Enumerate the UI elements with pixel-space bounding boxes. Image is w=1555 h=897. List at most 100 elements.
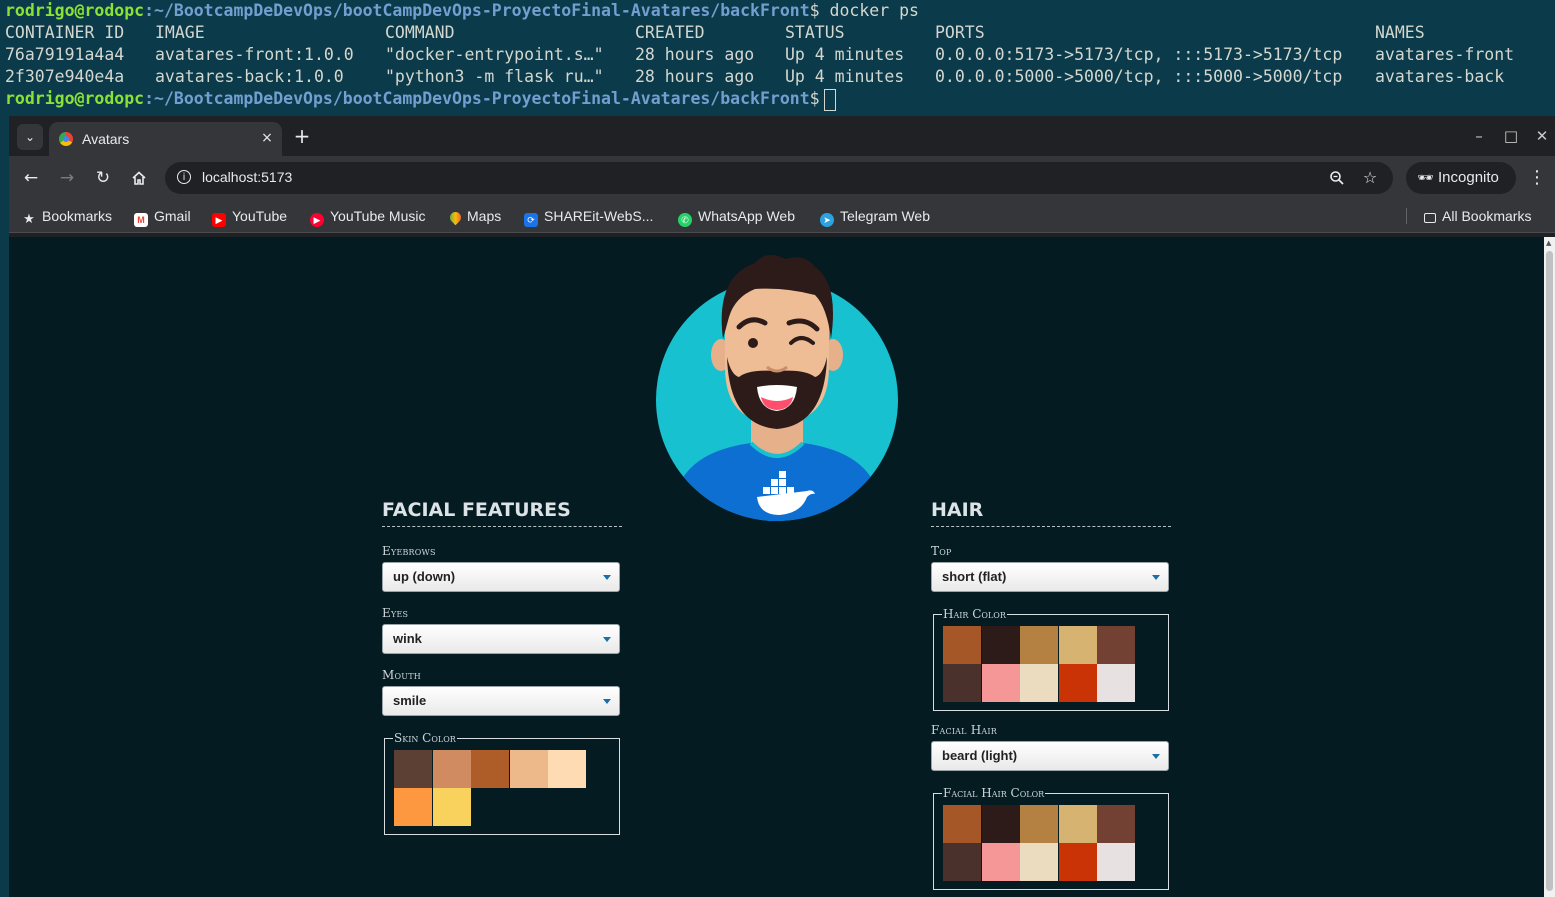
facial-hair-select[interactable]: beard (light) (931, 741, 1169, 771)
facial-hair-color-swatch[interactable] (1097, 805, 1135, 843)
new-tab-button[interactable]: + (291, 125, 313, 147)
bookmark-bookmarks[interactable]: ★ Bookmarks (22, 205, 112, 227)
facial-hair-color-swatch[interactable] (1097, 843, 1135, 881)
hair-color-swatch[interactable] (1058, 664, 1097, 702)
hair-title: HAIR (931, 499, 1171, 527)
eyes-label: Eyes (382, 606, 409, 620)
cell-created: 28 hours ago (635, 45, 755, 64)
top-select[interactable]: short (flat) (931, 562, 1169, 592)
close-window-button[interactable]: ✕ (1531, 125, 1553, 147)
cell-status: Up 4 minutes (785, 45, 905, 64)
all-bookmarks-button[interactable]: All Bookmarks (1424, 205, 1531, 227)
hair-color-swatch[interactable] (1097, 664, 1135, 702)
minimize-button[interactable]: – (1468, 125, 1490, 147)
eyebrows-value: up (down) (393, 569, 456, 584)
bookmark-shareit[interactable]: ⟳ SHAREit-WebS... (524, 205, 653, 227)
eyebrows-select[interactable]: up (down) (382, 562, 620, 592)
facial-hair-color-swatch[interactable] (1058, 805, 1097, 843)
hair-color-swatch[interactable] (1097, 626, 1135, 664)
tab-title: Avatars (82, 131, 130, 147)
incognito-icon: 🕶 (1417, 170, 1434, 185)
terminal-table-row: 2f307e940e4a avatares-back:1.0.0 "python… (5, 66, 1555, 88)
hair-color-swatch[interactable] (1020, 626, 1058, 664)
scrollbar-thumb[interactable] (1546, 251, 1553, 891)
facial-hair-color-swatch[interactable] (981, 843, 1020, 881)
bookmark-youtube-music[interactable]: ▶ YouTube Music (310, 205, 425, 227)
skin-color-swatch[interactable] (394, 750, 432, 788)
prompt-path: :~/BootcampDeDevOps/bootCampDevOps-Proye… (144, 89, 810, 108)
shareit-icon: ⟳ (524, 213, 538, 227)
bookmark-youtube[interactable]: ▶ YouTube (212, 205, 287, 227)
reload-button[interactable]: ↻ (91, 166, 115, 190)
telegram-icon: ➤ (820, 213, 834, 227)
facial-hair-color-swatch[interactable] (943, 805, 981, 843)
hair-color-swatch[interactable] (1058, 626, 1097, 664)
site-info-icon[interactable]: i (177, 170, 191, 184)
skin-color-swatch[interactable] (432, 750, 471, 788)
facial-hair-color-legend: Facial Hair Color (942, 786, 1046, 800)
header-status: STATUS (785, 23, 845, 42)
header-command: COMMAND (385, 23, 455, 42)
skin-color-swatch[interactable] (548, 750, 586, 788)
header-names: NAMES (1375, 23, 1425, 42)
facial-hair-color-swatch[interactable] (1020, 805, 1058, 843)
cell-ports: 0.0.0.0:5173->5173/tcp, :::5173->5173/tc… (935, 45, 1343, 64)
scroll-up-arrow-icon[interactable]: ▲ (1546, 239, 1551, 247)
back-button[interactable]: ← (19, 166, 43, 190)
bookmark-label: WhatsApp Web (698, 208, 796, 224)
terminal-prompt-line[interactable]: rodrigo@rodopc:~/BootcampDeDevOps/bootCa… (5, 88, 836, 111)
hair-color-swatch[interactable] (943, 626, 981, 664)
zoom-icon[interactable] (1326, 167, 1348, 189)
home-icon (132, 171, 146, 185)
incognito-badge[interactable]: 🕶 Incognito (1406, 162, 1516, 194)
skin-color-swatch[interactable] (432, 788, 471, 826)
browser-toolbar: ← → ↻ i localhost:5173 ☆ 🕶 Incognito ⋮ (9, 156, 1555, 200)
dropdown-arrow-icon (603, 637, 611, 642)
bookmarks-bar: ★ Bookmarks M Gmail ▶ YouTube ▶ YouTube Musi… (9, 200, 1555, 233)
facial-hair-color-swatch[interactable] (981, 805, 1020, 843)
header-image: IMAGE (155, 23, 205, 42)
maximize-button[interactable]: □ (1500, 125, 1522, 147)
cell-status: Up 4 minutes (785, 67, 905, 86)
bookmark-label: YouTube Music (330, 208, 426, 224)
cell-names: avatares-back (1375, 67, 1505, 86)
bookmark-telegram[interactable]: ➤ Telegram Web (820, 205, 930, 227)
skin-color-swatch[interactable] (509, 750, 548, 788)
bookmark-whatsapp[interactable]: ✆ WhatsApp Web (678, 205, 795, 227)
skin-color-swatch[interactable] (471, 750, 509, 788)
header-container-id: CONTAINER ID (5, 23, 125, 42)
cell-command: "python3 -m flask ru…" (385, 67, 604, 86)
cell-image: avatares-back:1.0.0 (155, 67, 344, 86)
bookmark-gmail[interactable]: M Gmail (134, 205, 191, 227)
hair-color-swatch[interactable] (981, 664, 1020, 702)
bookmark-label: Gmail (154, 208, 191, 224)
facial-hair-color-swatch[interactable] (1058, 843, 1097, 881)
bookmark-maps[interactable]: Maps (447, 205, 501, 227)
eyes-select[interactable]: wink (382, 624, 620, 654)
browser-menu-button[interactable]: ⋮ (1527, 166, 1547, 190)
facial-hair-color-swatch[interactable] (943, 843, 981, 881)
tab-strip: ⌄ Avatars × + – □ ✕ (9, 116, 1555, 156)
hair-color-swatch[interactable] (981, 626, 1020, 664)
cell-container-id: 76a79191a4a4 (5, 45, 125, 64)
mouth-label: Mouth (382, 668, 421, 682)
close-tab-icon[interactable]: × (258, 129, 276, 147)
more-vert-icon: ⋮ (1528, 167, 1546, 188)
page-scrollbar[interactable]: ▲ (1544, 237, 1555, 897)
terminal-command: docker ps (819, 1, 919, 20)
bookmark-label: YouTube (232, 208, 288, 224)
address-bar[interactable]: i localhost:5173 ☆ (165, 162, 1393, 194)
hair-color-swatch[interactable] (1020, 664, 1058, 702)
forward-button[interactable]: → (55, 166, 79, 190)
bookmark-star-icon[interactable]: ☆ (1359, 167, 1381, 189)
tab-search-button[interactable]: ⌄ (17, 124, 43, 150)
home-button[interactable] (127, 166, 151, 190)
hair-color-swatch[interactable] (943, 664, 981, 702)
skin-color-swatch[interactable] (394, 788, 432, 826)
tab-avatars[interactable]: Avatars × (49, 122, 282, 156)
mouth-select[interactable]: smile (382, 686, 620, 716)
facial-hair-color-swatch[interactable] (1020, 843, 1058, 881)
reload-icon: ↻ (95, 168, 111, 188)
prompt-symbol: $ (809, 1, 820, 20)
browser-window: ⌄ Avatars × + – □ ✕ ← → ↻ i localhost:51… (9, 116, 1555, 897)
